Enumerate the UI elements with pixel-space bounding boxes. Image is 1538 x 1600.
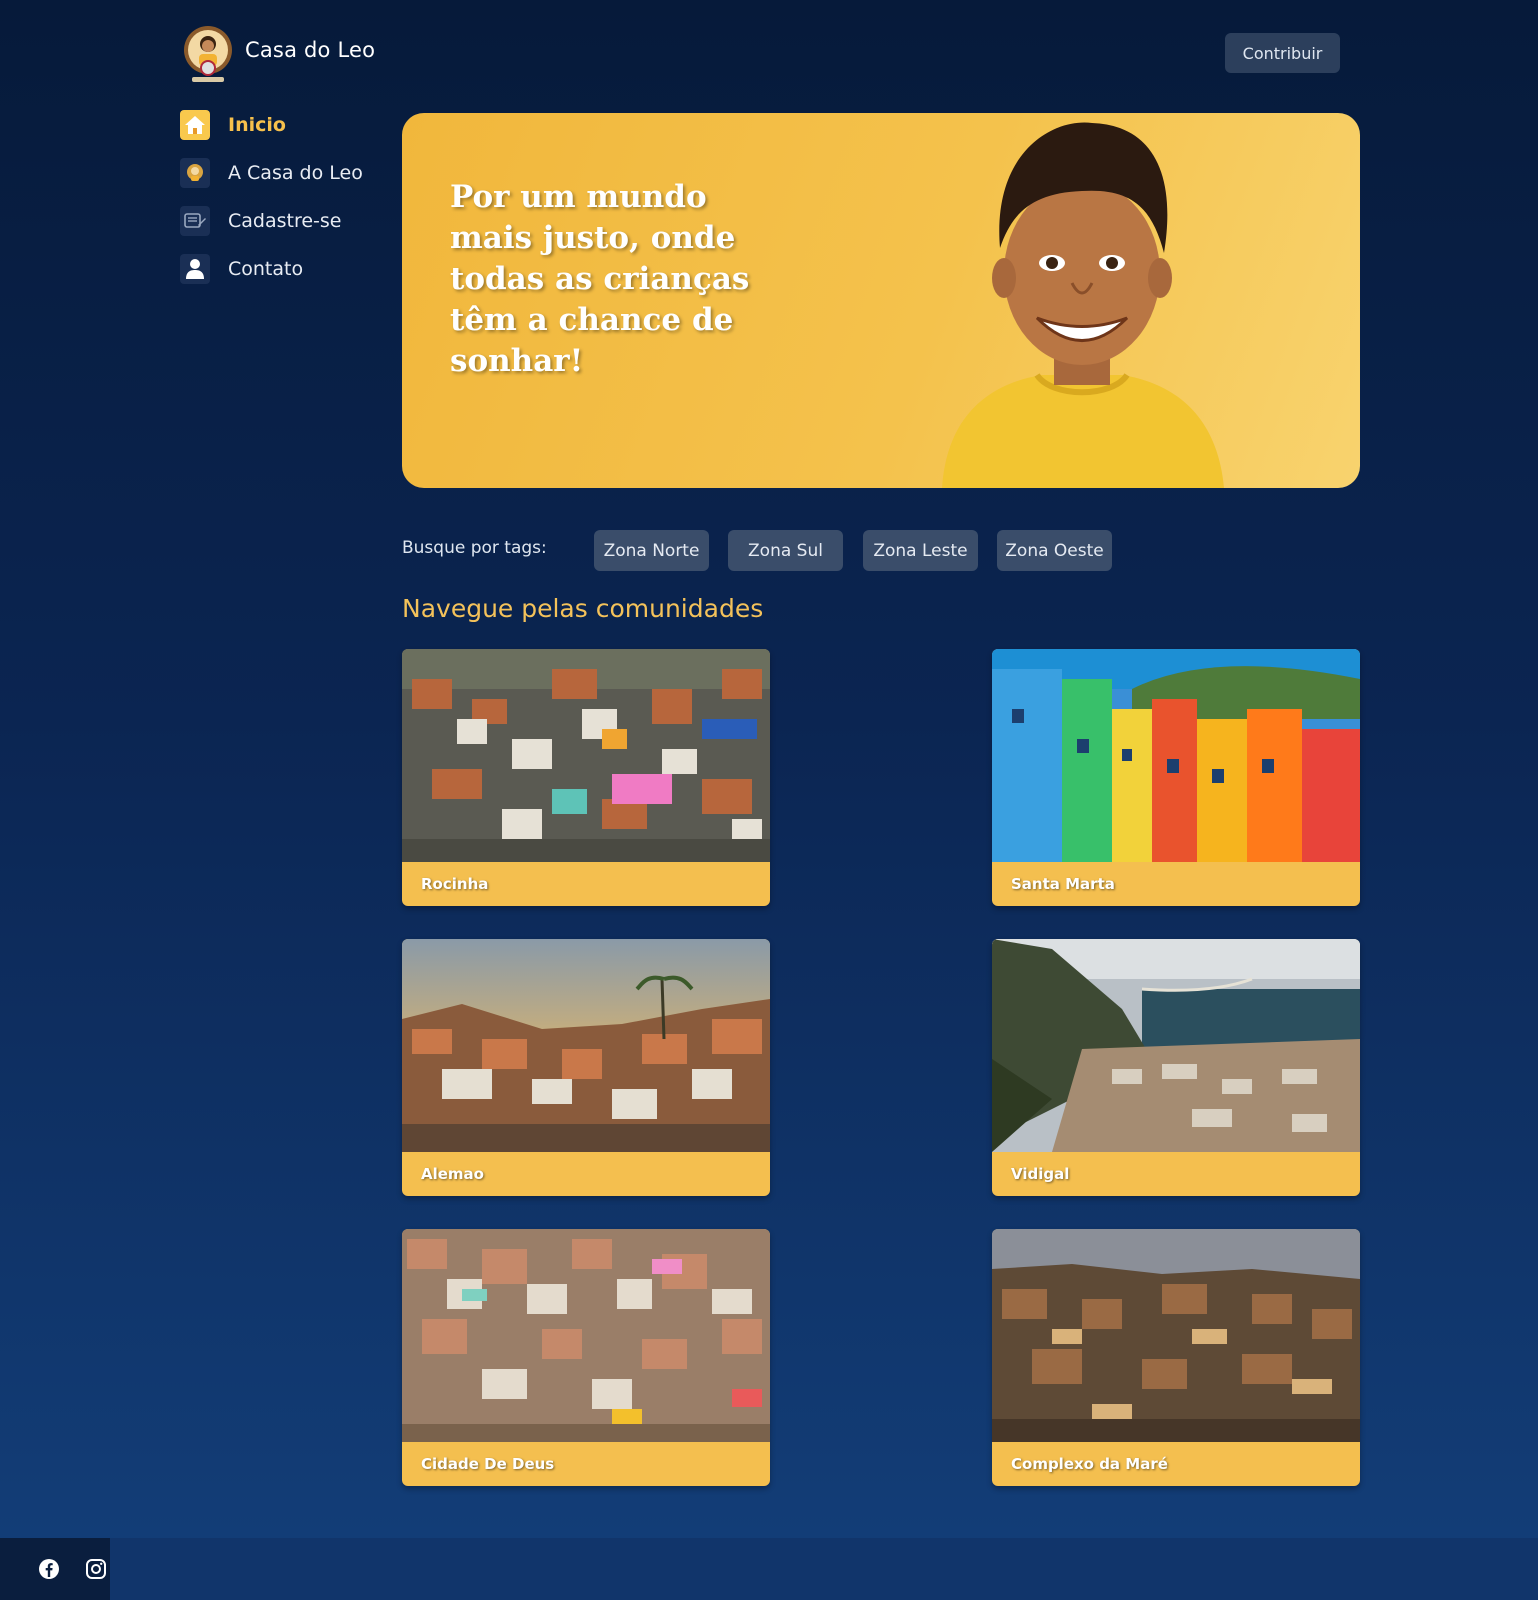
sidebar-item-label: A Casa do Leo (228, 162, 363, 184)
register-icon (180, 206, 210, 236)
complexo-da-mare-photo (992, 1229, 1360, 1442)
vidigal-photo (992, 939, 1360, 1152)
sidebar-item-label: Contato (228, 258, 304, 280)
community-card-alemao[interactable]: Alemao (402, 939, 770, 1196)
hero-banner: Por um mundo mais justo, onde todas as c… (402, 113, 1360, 488)
social-links (0, 1538, 110, 1600)
leo-logo-icon (180, 158, 210, 188)
community-name: Vidigal (1011, 1165, 1070, 1183)
contribute-button[interactable]: Contribuir (1225, 33, 1340, 73)
header: Casa do Leo Contribuir (0, 0, 1538, 105)
sidebar-item-contato[interactable]: Contato (180, 254, 390, 284)
community-card-cidade-de-deus[interactable]: Cidade De Deus (402, 1229, 770, 1486)
communities-title: Navegue pelas comunidades (402, 594, 764, 623)
sidebar-item-inicio[interactable]: Inicio (180, 110, 390, 140)
tag-zona-leste[interactable]: Zona Leste (863, 530, 978, 571)
user-icon (180, 254, 210, 284)
brand-name[interactable]: Casa do Leo (245, 38, 375, 62)
cidade-de-deus-photo (402, 1229, 770, 1442)
rocinha-photo (402, 649, 770, 862)
santa-marta-photo (992, 649, 1360, 862)
tag-zona-norte[interactable]: Zona Norte (594, 530, 709, 571)
facebook-icon[interactable] (37, 1557, 61, 1581)
instagram-icon[interactable] (84, 1557, 108, 1581)
community-name: Santa Marta (1011, 875, 1115, 893)
community-name: Rocinha (421, 875, 489, 893)
tag-zona-sul[interactable]: Zona Sul (728, 530, 843, 571)
community-name: Complexo da Maré (1011, 1455, 1168, 1473)
community-card-vidigal[interactable]: Vidigal (992, 939, 1360, 1196)
community-card-complexo-da-mare[interactable]: Complexo da Maré (992, 1229, 1360, 1486)
sidebar-item-cadastre-se[interactable]: Cadastre-se (180, 206, 390, 236)
casa-do-leo-logo[interactable] (182, 22, 234, 84)
sidebar-item-a-casa-do-leo[interactable]: A Casa do Leo (180, 158, 390, 188)
tags-label: Busque por tags: (402, 538, 547, 558)
alemao-photo (402, 939, 770, 1152)
sidebar-item-label: Cadastre-se (228, 210, 342, 232)
sidebar-nav: Inicio A Casa do Leo Cadastre-se Contato (180, 110, 390, 302)
community-card-santa-marta[interactable]: Santa Marta (992, 649, 1360, 906)
hero-headline: Por um mundo mais justo, onde todas as c… (450, 179, 750, 379)
tag-zona-oeste[interactable]: Zona Oeste (997, 530, 1112, 571)
sidebar-item-label: Inicio (228, 114, 286, 136)
home-icon (180, 110, 210, 140)
community-name: Cidade De Deus (421, 1455, 555, 1473)
footer (0, 1538, 1538, 1600)
community-name: Alemao (421, 1165, 484, 1183)
smiling-child-photo (942, 122, 1224, 488)
community-card-rocinha[interactable]: Rocinha (402, 649, 770, 906)
